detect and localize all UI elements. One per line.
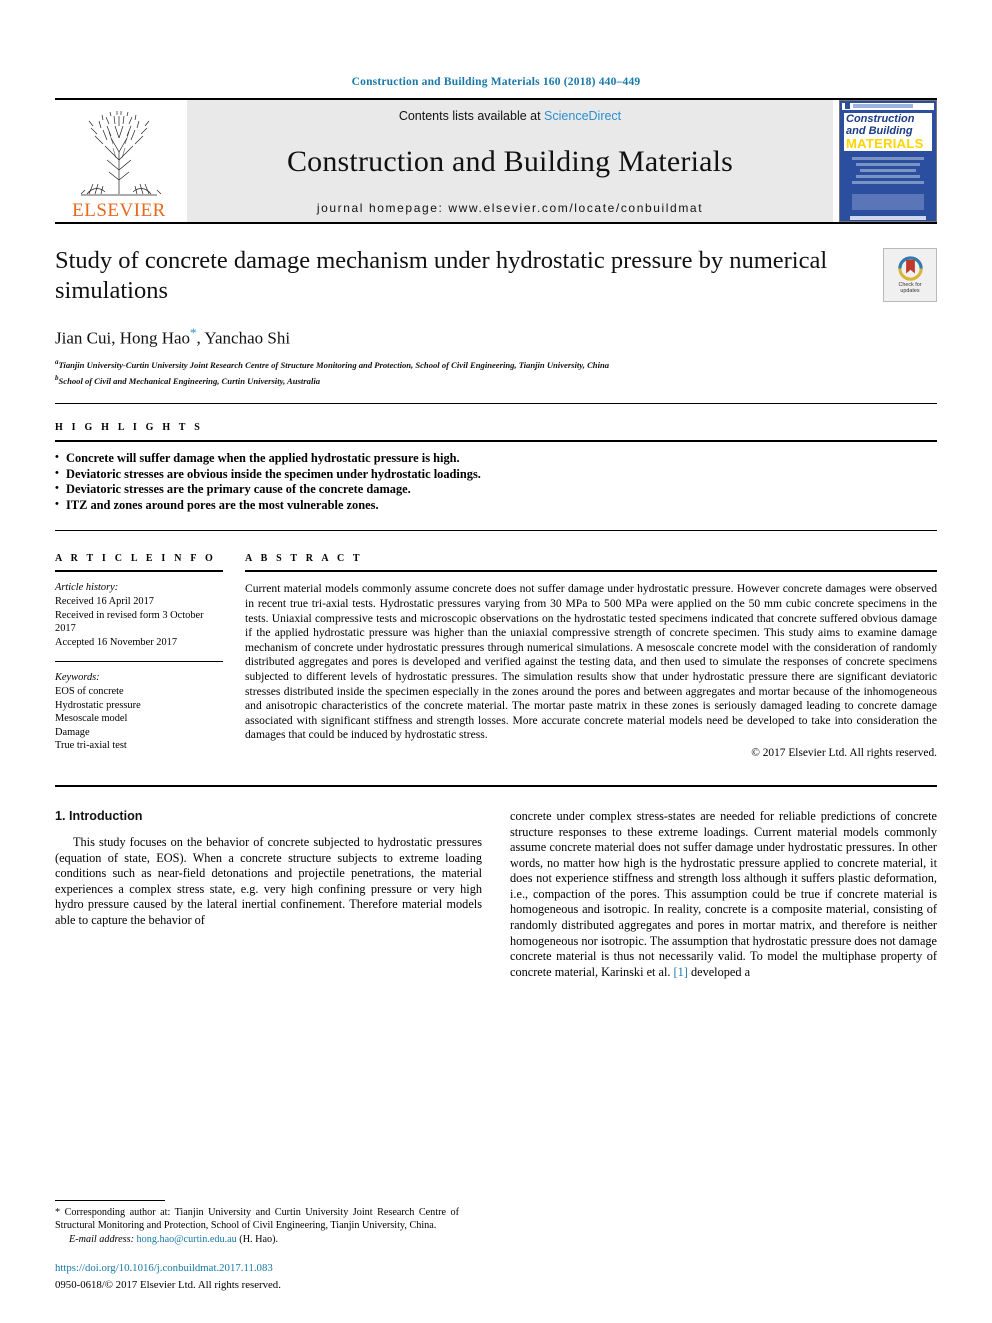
- elsevier-logo: ELSEVIER: [55, 100, 183, 222]
- elsevier-wordmark: ELSEVIER: [72, 200, 166, 221]
- keyword-item: Mesoscale model: [55, 713, 128, 725]
- email-link[interactable]: hong.hao@curtin.edu.au: [137, 1234, 237, 1245]
- article-info-column: A R T I C L E I N F O Article history: R…: [55, 553, 245, 759]
- highlights-section: H I G H L I G H T S Concrete will suffer…: [55, 422, 937, 513]
- body-column-left: 1. Introduction This study focuses on th…: [55, 809, 482, 981]
- history-item: Received in revised form 3 October 2017: [55, 609, 204, 635]
- journal-cover-thumbnail: Construction and Building MATERIALS Else…: [839, 100, 937, 222]
- list-item: Deviatoric stresses are obvious inside t…: [55, 466, 937, 483]
- running-head: Construction and Building Materials 160 …: [351, 76, 641, 88]
- section-heading-introduction: 1. Introduction: [55, 808, 143, 823]
- keyword-item: True tri-axial test: [55, 740, 127, 752]
- doi-link[interactable]: https://doi.org/10.1016/j.conbuildmat.20…: [55, 1262, 459, 1275]
- list-item: Deviatoric stresses are the primary caus…: [55, 481, 937, 498]
- doi-block: https://doi.org/10.1016/j.conbuildmat.20…: [55, 1262, 459, 1293]
- authors-main: Jian Cui, Hong Hao: [55, 328, 191, 348]
- corresponding-author-note: * Corresponding author at: Tianjin Unive…: [55, 1206, 459, 1232]
- body-column-right: concrete under complex stress-states are…: [510, 809, 937, 981]
- keywords-label: Keywords:: [55, 672, 100, 684]
- keyword-item: Hydrostatic pressure: [55, 699, 141, 711]
- crossmark-label-2: updates: [900, 288, 920, 294]
- keyword-item: EOS of concrete: [55, 685, 124, 697]
- article-history: Article history: Received 16 April 2017 …: [55, 581, 223, 649]
- cover-subtitle-bars: [844, 157, 932, 184]
- authors-tail: , Yanchao Shi: [196, 328, 291, 348]
- email-line: E-mail address: hong.hao@curtin.edu.au (…: [55, 1234, 459, 1245]
- email-owner: (H. Hao).: [239, 1234, 279, 1245]
- list-item: Concrete will suffer damage when the app…: [55, 450, 937, 467]
- contents-prefix: Contents lists available at: [398, 109, 545, 123]
- title-block: Study of concrete damage mechanism under…: [55, 246, 937, 387]
- history-item: Accepted 16 November 2017: [55, 636, 178, 648]
- page-title: Study of concrete damage mechanism under…: [55, 247, 828, 304]
- abstract-column: A B S T R A C T Current material models …: [245, 553, 937, 759]
- issn-copyright-line: 0950-0618/© 2017 Elsevier Ltd. All right…: [55, 1279, 281, 1291]
- abstract-bottom-rule: [55, 784, 937, 787]
- title-bottom-rule: [55, 403, 937, 405]
- cover-line-1: Construction: [844, 113, 932, 125]
- article-history-label: Article history:: [55, 582, 119, 594]
- masthead-bottom-rule: [55, 222, 937, 224]
- contents-available-line: Contents lists available at ScienceDirec…: [399, 109, 621, 123]
- keyword-item: Damage: [55, 726, 90, 738]
- journal-masthead: ELSEVIER Contents lists available at Sci…: [55, 100, 937, 222]
- body-columns: 1. Introduction This study focuses on th…: [55, 809, 937, 981]
- keywords-rule: [55, 661, 223, 663]
- paper-page: Construction and Building Materials 160 …: [0, 0, 992, 1323]
- sciencedirect-link[interactable]: ScienceDirect: [544, 109, 621, 123]
- crossmark-icon: [897, 256, 923, 281]
- history-item: Received 16 April 2017: [55, 595, 154, 607]
- cover-body: Construction and Building MATERIALS Else…: [840, 101, 936, 221]
- elsevier-tree-icon: [80, 111, 162, 196]
- affiliation-a: aTianjin University-Curtin University Jo…: [55, 356, 869, 371]
- cover-strip: [850, 216, 926, 220]
- abstract-copyright: © 2017 Elsevier Ltd. All rights reserved…: [751, 746, 937, 759]
- affiliation-b: bSchool of Civil and Mechanical Engineer…: [55, 372, 869, 387]
- keywords-block: Keywords: EOS of concrete Hydrostatic pr…: [55, 671, 223, 753]
- journal-title: Construction and Building Materials: [286, 145, 734, 178]
- journal-homepage[interactable]: journal homepage: www.elsevier.com/locat…: [317, 201, 703, 215]
- affiliation-a-text: Tianjin University-Curtin University Joi…: [58, 359, 610, 370]
- cover-line-3: MATERIALS: [844, 137, 932, 151]
- intro-right-part2: developed a: [687, 964, 751, 979]
- abstract-text: Current material models commonly assume …: [245, 582, 937, 742]
- intro-paragraph-left: This study focuses on the behavior of co…: [55, 834, 482, 927]
- citation-link-1[interactable]: [1]: [674, 965, 688, 979]
- crossmark-badge[interactable]: Check for updates: [883, 248, 937, 302]
- author-list: Jian Cui, Hong Hao*, Yanchao Shi: [55, 325, 869, 349]
- highlights-heading: H I G H L I G H T S: [55, 422, 203, 434]
- article-info-rule: [55, 570, 223, 573]
- affiliation-b-text: School of Civil and Mechanical Engineeri…: [58, 375, 321, 386]
- cover-image-placeholder: [852, 194, 924, 210]
- abstract-rule: [245, 570, 937, 573]
- intro-paragraph-right: concrete under complex stress-states are…: [510, 809, 937, 981]
- footnote-rule: [55, 1200, 165, 1201]
- journal-banner: Contents lists available at ScienceDirec…: [187, 100, 833, 222]
- highlights-bottom-rule: [55, 530, 937, 532]
- abstract-heading: A B S T R A C T: [245, 553, 363, 565]
- email-label: E-mail address:: [69, 1234, 134, 1245]
- highlights-rule: [55, 440, 937, 443]
- intro-right-part1: concrete under complex stress-states are…: [510, 808, 938, 979]
- article-info-heading: A R T I C L E I N F O: [55, 553, 216, 565]
- corresponding-author-text: Corresponding author at: Tianjin Univers…: [55, 1207, 459, 1231]
- list-item: ITZ and zones around pores are the most …: [55, 497, 937, 514]
- footnote-block: * Corresponding author at: Tianjin Unive…: [55, 1200, 459, 1293]
- highlights-list: Concrete will suffer damage when the app…: [55, 450, 937, 514]
- info-abstract-section: A R T I C L E I N F O Article history: R…: [55, 553, 937, 759]
